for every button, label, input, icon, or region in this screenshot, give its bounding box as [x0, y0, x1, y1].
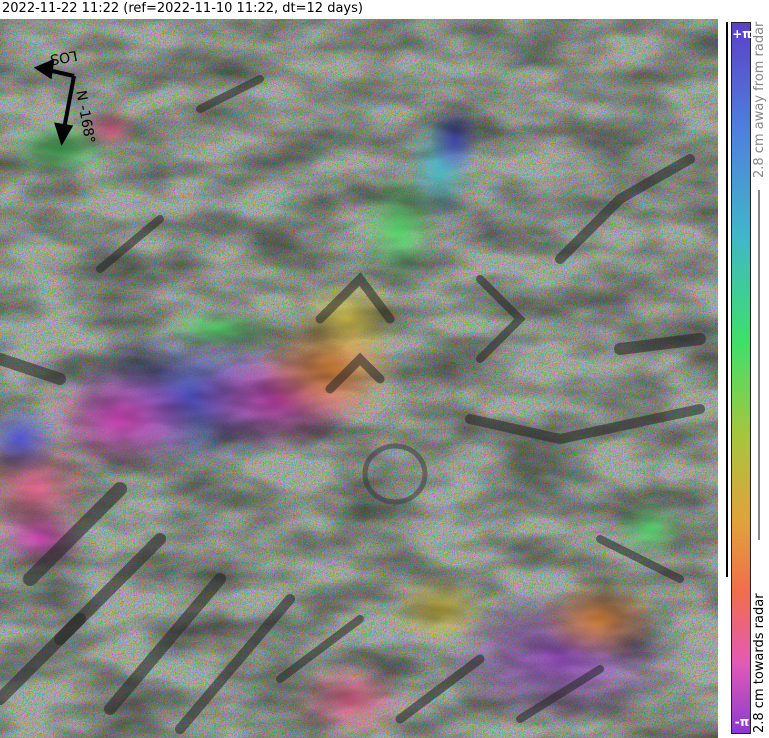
away-indicator-line	[758, 190, 760, 540]
interferogram-image: LOS N -168°	[0, 19, 718, 738]
colorbar-min-label: -π	[734, 715, 750, 729]
phase-colorbar: +π -π	[731, 22, 752, 734]
towards-radar-label: 2.8 cm towards radar	[752, 593, 767, 733]
colorbar-max-label: +π	[732, 27, 752, 41]
figure-title: 2022-11-22 11:22 (ref=2022-11-10 11:22, …	[2, 1, 363, 16]
away-from-radar-label: 2.8 cm away from radar	[752, 21, 767, 178]
towards-indicator-line	[726, 22, 728, 577]
